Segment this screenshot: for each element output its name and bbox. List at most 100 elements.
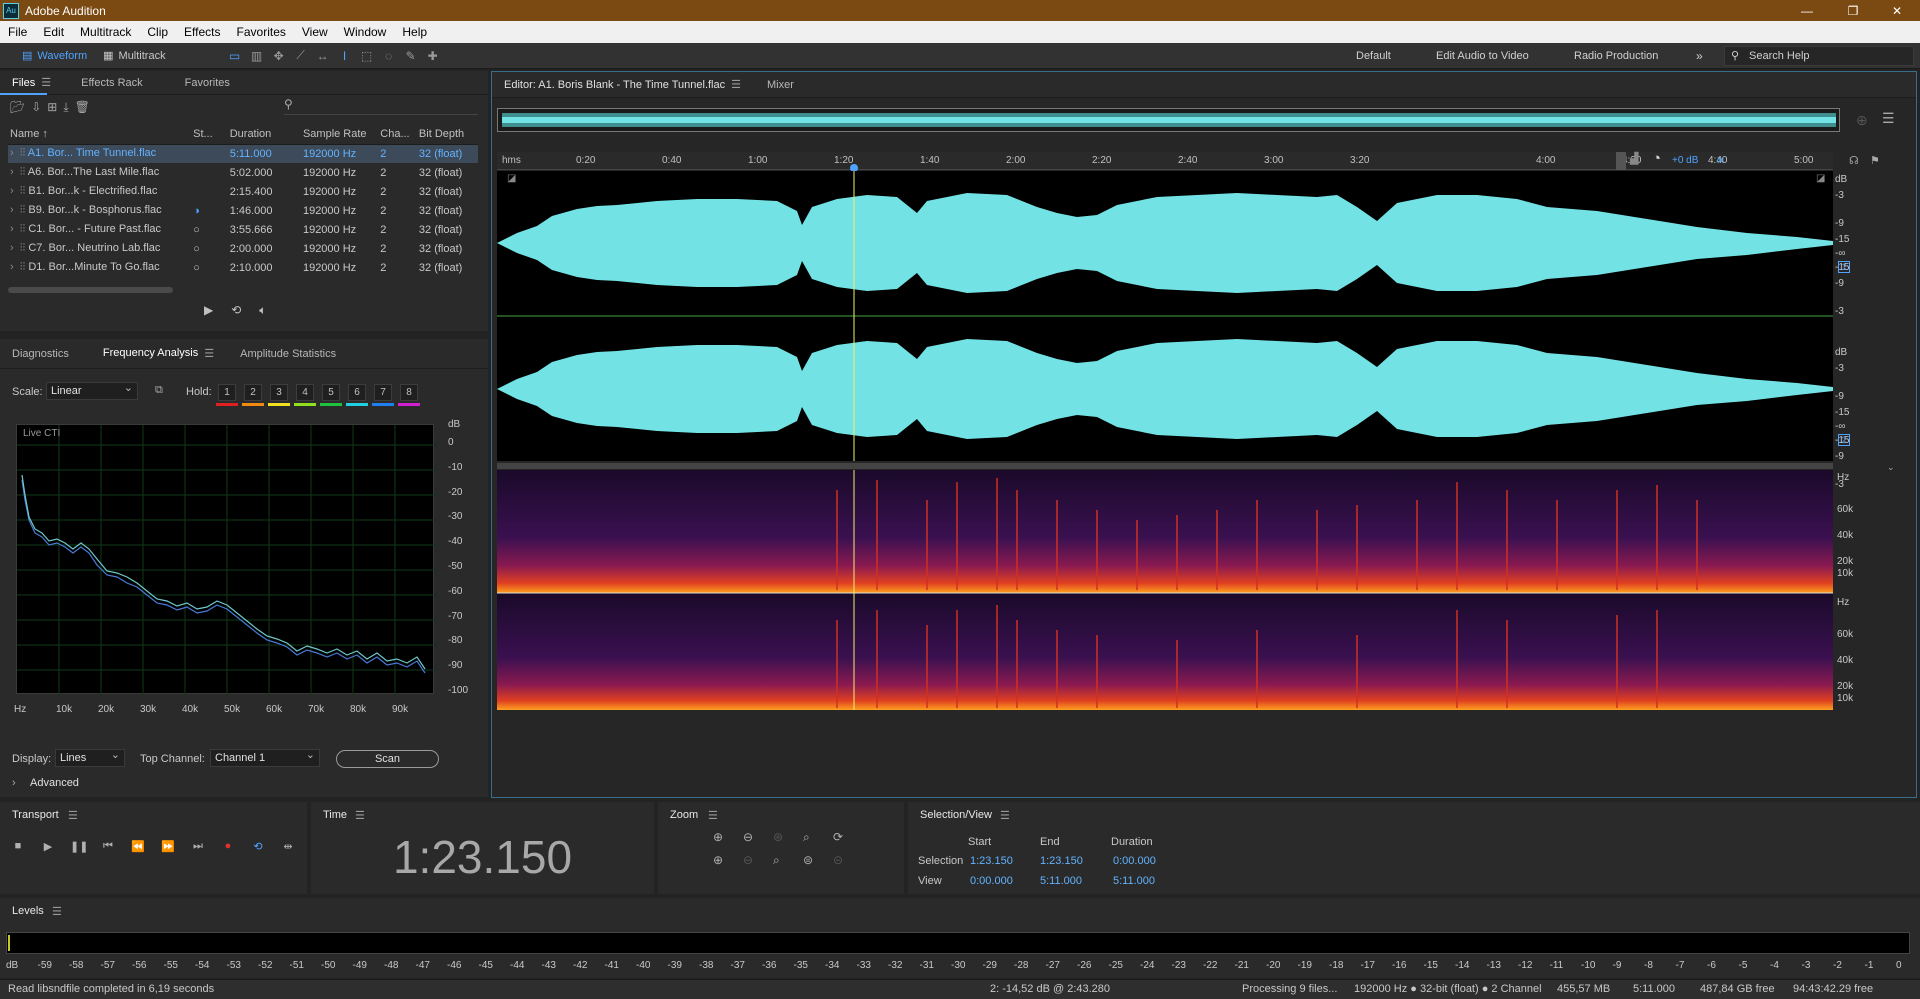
zoom-out-vertical-icon[interactable]: ⊖ xyxy=(743,853,773,868)
minimize-icon[interactable]: — xyxy=(1784,0,1830,21)
column-name[interactable]: Name ↑ xyxy=(8,125,192,145)
panel-menu-icon[interactable]: ☰ xyxy=(68,809,78,822)
new-file-icon[interactable]: ⊞ xyxy=(47,100,57,114)
file-row[interactable]: › ⫶⫶ B1. Bor...k - Electrified.flac 2:15.… xyxy=(8,182,478,201)
panel-menu-icon[interactable]: ☰ xyxy=(731,78,741,91)
pin-icon[interactable]: ✕ xyxy=(1716,154,1725,167)
file-row[interactable]: › ⫶⫶ A6. Bor...The Last Mile.flac 5:02.00… xyxy=(8,163,478,182)
workspace-default[interactable]: Default xyxy=(1356,43,1391,69)
file-row[interactable]: › ⫶⫶ A1. Bor... Time Tunnel.flac 5:11.000… xyxy=(8,144,478,163)
tab-files[interactable]: Files xyxy=(0,71,48,95)
workspace-radio-production[interactable]: Radio Production xyxy=(1574,43,1658,69)
advanced-section[interactable]: Advanced xyxy=(30,777,79,789)
search-help-input[interactable]: ⚲ Search Help xyxy=(1724,46,1914,66)
top-channel-dropdown[interactable]: Channel 1 xyxy=(210,747,320,767)
channel-1-toggle[interactable]: 1 xyxy=(1838,261,1850,273)
tab-favorites[interactable]: Favorites xyxy=(173,71,242,95)
fast-forward-icon[interactable]: ⏩ xyxy=(160,840,176,854)
channel-2-toggle[interactable]: 2 xyxy=(1838,434,1850,446)
column-bit-depth[interactable]: Bit Depth xyxy=(416,125,478,145)
hold-button-7[interactable]: 7 xyxy=(374,384,392,401)
scan-button[interactable]: Scan xyxy=(336,750,439,768)
spectral-divider[interactable] xyxy=(497,463,1833,469)
more-workspaces-icon[interactable]: » xyxy=(1696,43,1703,69)
slip-tool-icon[interactable]: ↔ xyxy=(312,46,334,66)
files-horizontal-scrollbar[interactable] xyxy=(8,287,173,293)
waveform-display[interactable]: ◪ ◪ xyxy=(497,171,1833,461)
current-time-display[interactable]: 1:23.150 xyxy=(311,830,654,884)
file-row[interactable]: › ⫶⫶ D1. Bor...Minute To Go.flac ○ 2:10.00… xyxy=(8,258,478,277)
zoom-in-point-icon[interactable]: ⊛ xyxy=(773,830,803,845)
overview-navigator[interactable] xyxy=(497,108,1840,132)
next-icon[interactable]: ⏭ xyxy=(190,840,206,854)
spot-healing-icon[interactable]: ✚ xyxy=(422,46,444,66)
preview-loop-icon[interactable]: ⟲ xyxy=(231,303,241,318)
tab-frequency-analysis[interactable]: Frequency Analysis xyxy=(91,339,210,369)
move-tool-icon[interactable]: ✥ xyxy=(268,46,290,66)
tab-effects-rack[interactable]: Effects Rack xyxy=(69,71,155,95)
chevron-right-icon[interactable]: › xyxy=(10,185,14,197)
razor-tool-icon[interactable]: ⟋ xyxy=(290,46,312,66)
loop-icon[interactable]: ⟲ xyxy=(250,840,266,854)
restore-icon[interactable]: ❐ xyxy=(1830,0,1876,21)
chevron-right-icon[interactable]: › xyxy=(10,223,14,235)
menu-help[interactable]: Help xyxy=(394,25,435,39)
editor-options-icon[interactable]: ☰ xyxy=(1882,110,1895,127)
hold-button-5[interactable]: 5 xyxy=(322,384,340,401)
zoom-in-amplitude-icon[interactable]: ⊕ xyxy=(713,830,743,845)
chevron-right-icon[interactable]: › xyxy=(10,204,14,216)
chevron-right-icon[interactable]: › xyxy=(10,242,14,254)
zoom-out-full-icon[interactable]: ⊜ xyxy=(803,853,833,868)
chevron-right-icon[interactable]: › xyxy=(10,166,14,178)
file-row[interactable]: › ⫶⫶ C1. Bor... - Future Past.flac ○ 3:55.… xyxy=(8,220,478,239)
column-duration[interactable]: Duration xyxy=(227,125,301,145)
workspace-edit-audio-to-video[interactable]: Edit Audio to Video xyxy=(1436,43,1529,69)
panel-menu-icon[interactable]: ☰ xyxy=(1000,809,1010,822)
rewind-icon[interactable]: ⏪ xyxy=(130,840,146,854)
spectral-view-icon[interactable]: ▥ xyxy=(246,46,268,66)
hold-button-2[interactable]: 2 xyxy=(244,384,262,401)
brush-tool-icon[interactable]: ✎ xyxy=(400,46,422,66)
menu-effects[interactable]: Effects xyxy=(176,25,228,39)
delete-icon[interactable]: 🗑︎ xyxy=(75,100,90,114)
panel-menu-icon[interactable]: ☰ xyxy=(41,76,51,89)
gain-knob-icon[interactable]: ◔ xyxy=(1652,150,1661,167)
hold-button-4[interactable]: 4 xyxy=(296,384,314,401)
stop-icon[interactable]: ■ xyxy=(10,840,26,854)
hold-button-8[interactable]: 8 xyxy=(400,384,418,401)
menu-view[interactable]: View xyxy=(294,25,336,39)
menu-clip[interactable]: Clip xyxy=(139,25,176,39)
marquee-tool-icon[interactable]: ⬚ xyxy=(356,46,378,66)
view-start[interactable]: 0:00.000 xyxy=(970,875,1013,887)
hold-button-6[interactable]: 6 xyxy=(348,384,366,401)
file-row[interactable]: › ⫶⫶ B9. Bor...k - Bosphorus.flac ◑ 1:46.0… xyxy=(8,201,478,220)
chevron-right-icon[interactable]: › xyxy=(10,261,14,273)
column-status[interactable]: St... xyxy=(191,125,228,145)
selection-start[interactable]: 1:23.150 xyxy=(970,855,1013,867)
tab-editor[interactable]: Editor: A1. Boris Blank - The Time Tunne… xyxy=(492,72,737,98)
view-duration[interactable]: 5:11.000 xyxy=(1113,875,1155,887)
collapse-icon[interactable]: ⌄ xyxy=(1887,462,1895,473)
record-icon[interactable]: ● xyxy=(220,840,236,854)
hold-button-3[interactable]: 3 xyxy=(270,384,288,401)
skip-selection-icon[interactable]: ⇹ xyxy=(280,840,296,854)
panel-menu-icon[interactable]: ☰ xyxy=(355,809,365,822)
tab-diagnostics[interactable]: Diagnostics xyxy=(0,339,81,369)
file-row[interactable]: › ⫶⫶ C7. Bor... Neutrino Lab.flac ○ 2:00.0… xyxy=(8,239,478,258)
display-dropdown[interactable]: Lines xyxy=(55,747,125,767)
snapshot-icon[interactable]: ⧉ xyxy=(155,384,163,397)
menu-window[interactable]: Window xyxy=(336,25,395,39)
panel-menu-icon[interactable]: ☰ xyxy=(52,905,62,918)
zoom-in-time-icon[interactable]: ⌕ xyxy=(803,830,833,845)
menu-multitrack[interactable]: Multitrack xyxy=(72,25,139,39)
scale-dropdown[interactable]: Linear xyxy=(46,380,138,400)
import-file-icon[interactable]: ⇩ xyxy=(31,100,41,114)
zoom-to-fit-icon[interactable]: ◪ xyxy=(1816,173,1825,184)
zoom-out-time-icon[interactable]: ⊝ xyxy=(833,853,863,868)
zoom-selection-icon[interactable]: ⌕ xyxy=(773,853,803,868)
previous-icon[interactable]: ⏮ xyxy=(100,840,116,854)
files-search-input[interactable]: ⚲ xyxy=(284,97,478,115)
preview-play-icon[interactable]: ▶ xyxy=(204,303,213,318)
chevron-right-icon[interactable]: › xyxy=(12,777,16,789)
tab-amplitude-statistics[interactable]: Amplitude Statistics xyxy=(228,339,348,369)
